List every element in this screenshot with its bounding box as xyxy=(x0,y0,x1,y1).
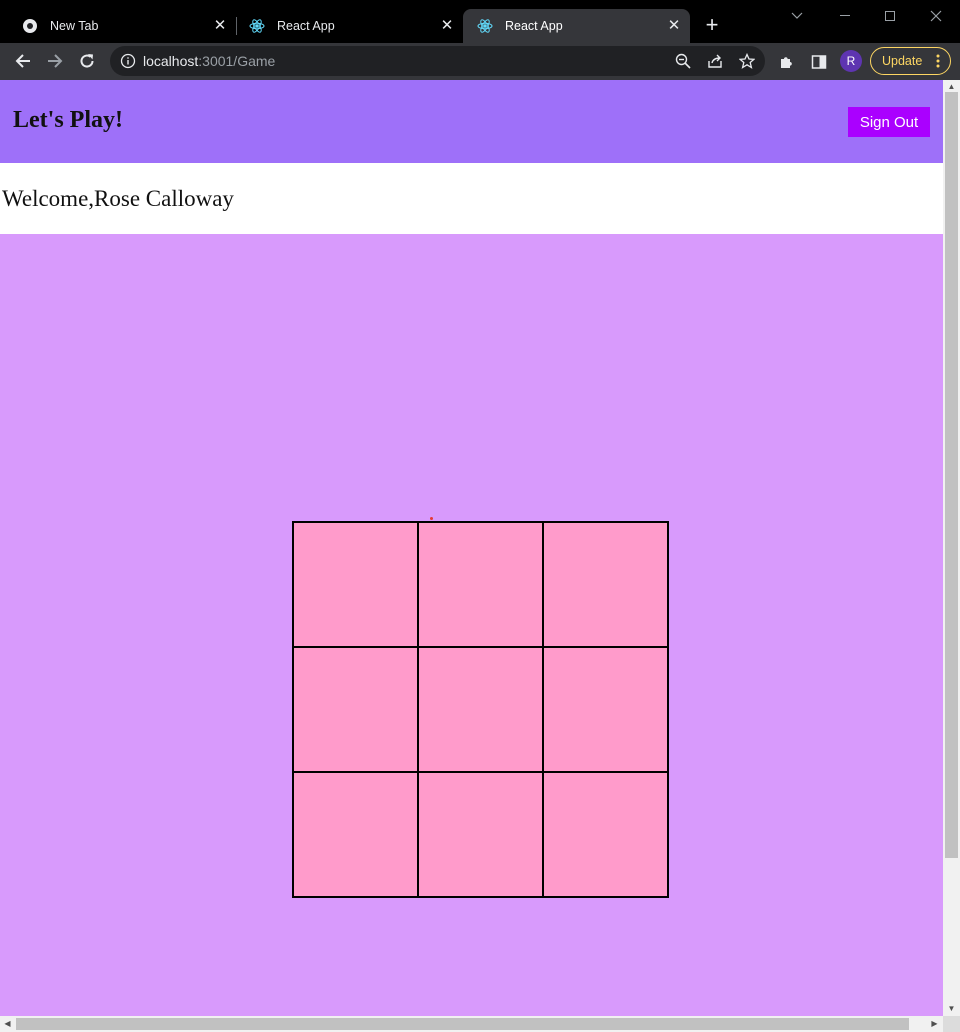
game-board xyxy=(292,521,669,898)
sign-out-button[interactable]: Sign Out xyxy=(848,107,930,137)
zoom-out-icon[interactable] xyxy=(674,52,692,70)
horizontal-scrollbar[interactable]: ◀ ▶ xyxy=(0,1016,943,1032)
app-title: Let's Play! xyxy=(13,107,123,133)
vertical-scrollbar[interactable]: ▲ ▼ xyxy=(943,80,960,1016)
welcome-bar: Welcome,Rose Calloway xyxy=(0,163,943,234)
extensions-puzzle-icon[interactable] xyxy=(777,52,797,72)
more-vertical-icon[interactable] xyxy=(936,54,940,68)
react-icon xyxy=(477,18,493,34)
board-cell[interactable] xyxy=(293,647,418,772)
forward-arrow-icon[interactable] xyxy=(42,48,68,74)
reload-icon[interactable] xyxy=(74,48,100,74)
url-path: :3001/Game xyxy=(198,53,276,69)
url-host: localhost xyxy=(143,53,199,69)
scroll-down-arrow-icon[interactable]: ▼ xyxy=(947,1004,956,1013)
scroll-left-arrow-icon[interactable]: ◀ xyxy=(3,1019,12,1029)
tab-react-app[interactable]: React App ✕ xyxy=(235,9,463,43)
update-label: Update xyxy=(882,54,923,68)
board-cell[interactable] xyxy=(543,522,668,647)
tab-title: React App xyxy=(505,19,563,33)
address-bar[interactable]: localhost:3001/Game xyxy=(110,46,765,76)
close-icon[interactable]: ✕ xyxy=(439,18,455,34)
scroll-right-arrow-icon[interactable]: ▶ xyxy=(930,1019,939,1029)
board-cell[interactable] xyxy=(543,647,668,772)
tab-react-app-active[interactable]: React App ✕ xyxy=(463,9,690,43)
update-button[interactable]: Update xyxy=(870,47,951,75)
minimize-icon[interactable] xyxy=(822,0,868,32)
react-icon xyxy=(249,18,265,34)
close-icon[interactable]: ✕ xyxy=(666,18,682,34)
tab-search-chevron-icon[interactable] xyxy=(774,0,820,32)
back-arrow-icon[interactable] xyxy=(10,48,36,74)
tab-title: New Tab xyxy=(50,19,99,33)
info-icon[interactable] xyxy=(120,53,136,69)
window-close-icon[interactable] xyxy=(913,0,959,32)
chrome-icon xyxy=(22,18,38,34)
page-viewport: Let's Play! Sign Out Welcome,Rose Callow… xyxy=(0,80,943,1016)
profile-avatar[interactable]: R xyxy=(840,50,862,72)
scrollbar-corner xyxy=(943,1016,960,1032)
board-cell[interactable] xyxy=(293,522,418,647)
scroll-up-arrow-icon[interactable]: ▲ xyxy=(947,82,956,91)
red-dot xyxy=(430,517,433,520)
vertical-scroll-thumb[interactable] xyxy=(945,92,958,858)
board-cell[interactable] xyxy=(293,772,418,897)
tab-title: React App xyxy=(277,19,335,33)
board-cell[interactable] xyxy=(418,522,543,647)
bookmark-star-icon[interactable] xyxy=(738,52,756,70)
welcome-message: Welcome,Rose Calloway xyxy=(2,186,234,211)
tab-new-tab[interactable]: New Tab ✕ xyxy=(8,9,236,43)
close-icon[interactable]: ✕ xyxy=(212,18,228,34)
new-tab-plus-icon[interactable]: + xyxy=(700,14,724,38)
browser-toolbar: localhost:3001/Game xyxy=(0,43,960,80)
board-cell[interactable] xyxy=(418,647,543,772)
side-panel-icon[interactable] xyxy=(809,52,829,72)
board-cell[interactable] xyxy=(418,772,543,897)
maximize-icon[interactable] xyxy=(867,0,913,32)
board-cell[interactable] xyxy=(543,772,668,897)
horizontal-scroll-thumb[interactable] xyxy=(16,1018,909,1030)
share-icon[interactable] xyxy=(706,52,724,70)
app-header: Let's Play! Sign Out xyxy=(0,80,943,163)
url-text: localhost:3001/Game xyxy=(143,53,275,69)
tab-strip: New Tab ✕ React App ✕ React App ✕ + xyxy=(0,0,960,43)
